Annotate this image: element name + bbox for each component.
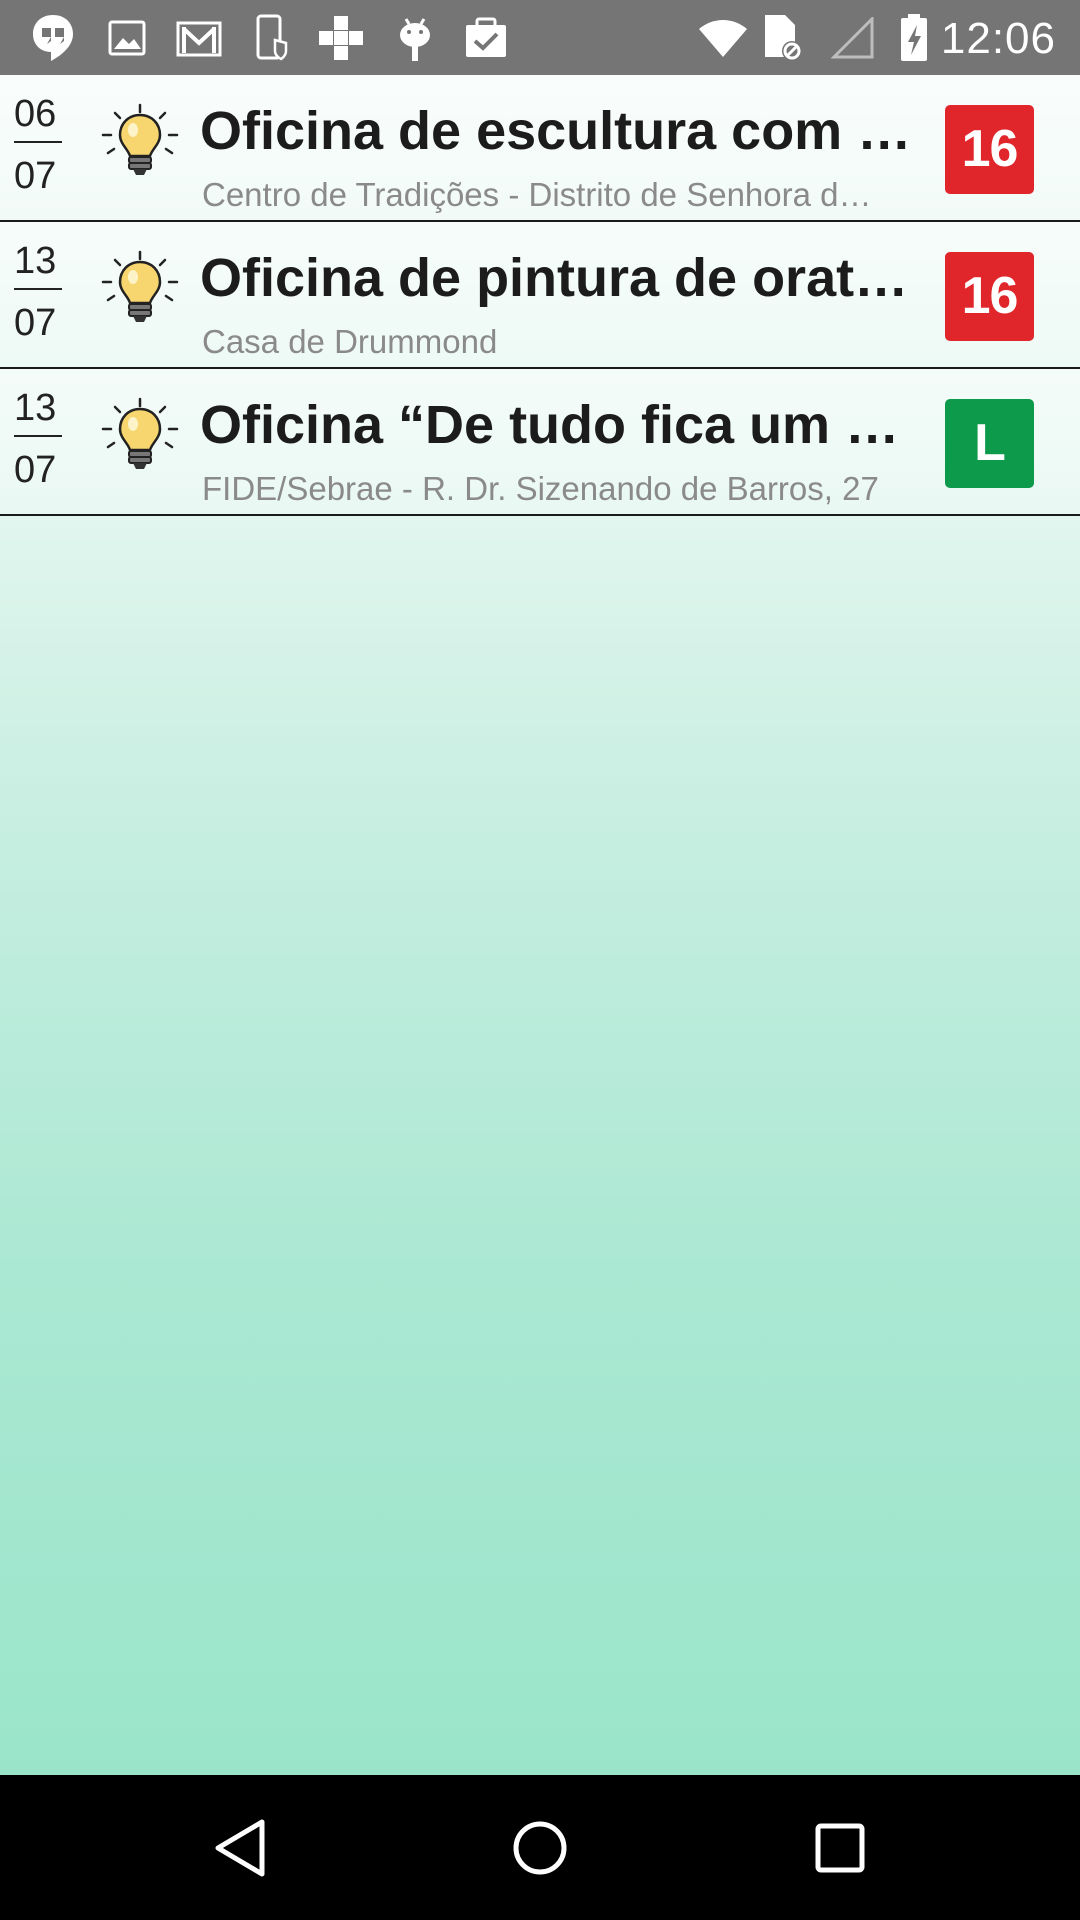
lightbulb-icon <box>100 103 180 183</box>
lightbulb-icon <box>100 250 180 330</box>
plus-icon <box>316 0 366 75</box>
back-button[interactable] <box>160 1775 320 1920</box>
event-day: 13 <box>14 389 62 437</box>
event-date: 06 07 <box>14 95 62 195</box>
home-button[interactable] <box>460 1775 620 1920</box>
home-icon <box>513 1821 567 1874</box>
event-list-item[interactable]: 13 07 <box>0 369 1080 516</box>
event-title: Oficina de pintura de orat… <box>200 248 909 308</box>
event-location: Centro de Tradições - Distrito de Senhor… <box>202 176 872 213</box>
event-month: 07 <box>14 302 57 344</box>
event-month: 07 <box>14 449 57 491</box>
recents-icon <box>815 1823 865 1872</box>
back-icon <box>215 1819 265 1876</box>
status-bar: 12:06 <box>0 0 1080 75</box>
wifi-icon <box>695 0 751 75</box>
battery-charging-icon <box>896 0 932 75</box>
event-location: Casa de Drummond <box>202 323 498 360</box>
event-title: Oficina de escultura com … <box>200 101 912 161</box>
clipboard-check-icon <box>462 0 510 75</box>
gmail-icon <box>175 0 223 75</box>
content-area[interactable]: 06 07 Oficina de escultura com … Centro … <box>0 75 1080 1775</box>
navigation-bar <box>0 1775 1080 1920</box>
event-day: 06 <box>14 95 62 143</box>
age-rating-badge: L <box>945 399 1034 488</box>
age-rating-badge: 16 <box>945 105 1034 194</box>
event-date: 13 07 <box>14 242 62 342</box>
hangouts-icon <box>28 0 78 75</box>
event-location: FIDE/Sebrae - R. Dr. Sizenando de Barros… <box>202 470 879 507</box>
event-title: Oficina “De tudo fica um p… <box>200 395 915 455</box>
status-clock: 12:06 <box>940 14 1056 63</box>
age-rating-badge: 16 <box>945 252 1034 341</box>
android-icon <box>395 0 435 75</box>
event-day: 13 <box>14 242 62 290</box>
event-month: 07 <box>14 155 57 197</box>
sim-blocked-icon <box>760 0 804 75</box>
cell-signal-icon <box>830 0 876 75</box>
event-list-item[interactable]: 13 07 <box>0 222 1080 369</box>
gallery-icon <box>105 0 149 75</box>
lightbulb-icon <box>100 397 180 477</box>
device-security-icon <box>252 0 292 75</box>
event-list-item[interactable]: 06 07 Oficina de escultura com … Centro … <box>0 75 1080 222</box>
recents-button[interactable] <box>760 1775 920 1920</box>
event-date: 13 07 <box>14 389 62 489</box>
event-list: 06 07 Oficina de escultura com … Centro … <box>0 75 1080 516</box>
